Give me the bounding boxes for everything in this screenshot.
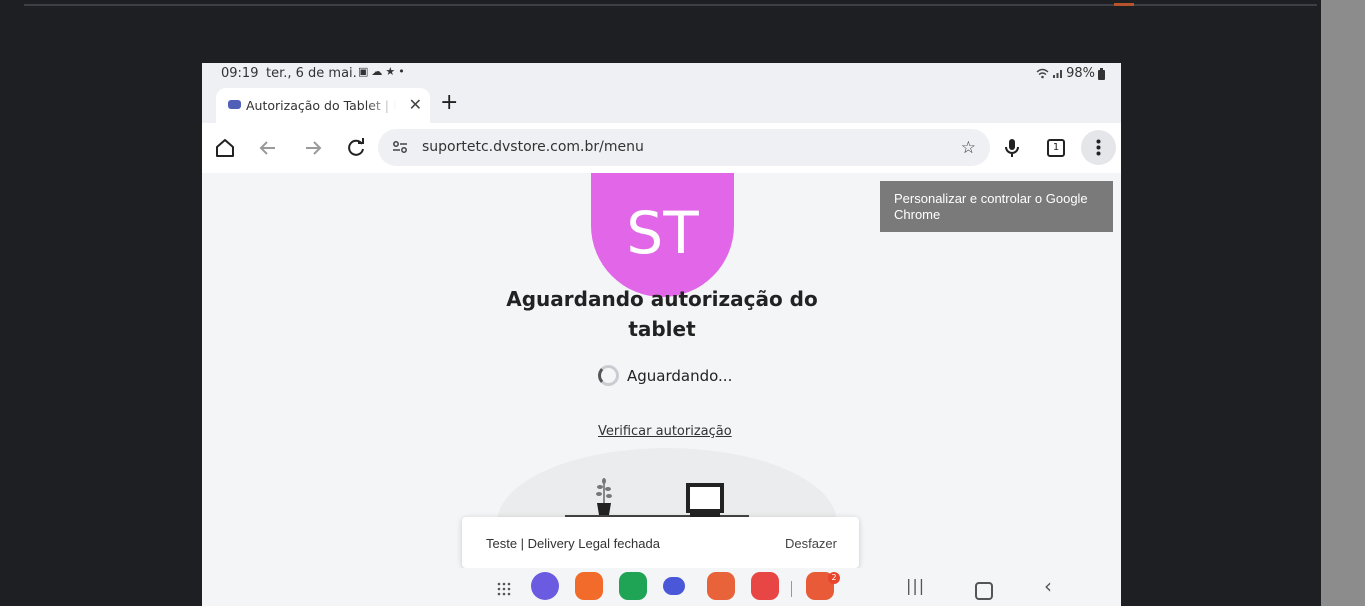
- bookmark-star-icon[interactable]: ☆: [961, 138, 976, 158]
- internet-app-icon[interactable]: [531, 572, 559, 600]
- wifi-icon: [1036, 68, 1049, 79]
- notification-badge: 2: [828, 572, 840, 584]
- browser-tab[interactable]: Autorização do Tablet | Deli ✕: [216, 88, 430, 123]
- menu-tooltip: Personalizar e controlar o Google Chrome: [880, 181, 1113, 232]
- new-tab-button[interactable]: +: [440, 90, 458, 115]
- verify-authorization-link[interactable]: Verificar autorização: [598, 424, 732, 439]
- page-title: Aguardando autorização do tablet: [506, 287, 818, 341]
- status-date: ter., 6 de mai.: [266, 66, 357, 81]
- monitor-icon: [686, 483, 724, 513]
- battery-icon: [1098, 67, 1105, 80]
- waiting-status: Aguardando...: [598, 365, 732, 386]
- tab-title: Autorização do Tablet | Deli: [246, 98, 396, 113]
- browser-toolbar: suportetc.dvstore.com.br/menu ☆ 1: [202, 123, 1121, 173]
- tab-switcher-button[interactable]: 1: [1047, 139, 1065, 157]
- back-arrow-icon[interactable]: [255, 135, 281, 161]
- avatar-initials: ST: [626, 199, 699, 267]
- site-settings-icon[interactable]: [392, 140, 408, 154]
- status-time: 09:19: [221, 66, 259, 81]
- tab-strip: Autorização do Tablet | Deli ✕ +: [202, 85, 1121, 123]
- tab-favicon-icon: [228, 100, 241, 109]
- phone-app-icon[interactable]: [619, 572, 647, 600]
- battery-percent: 98%: [1066, 66, 1095, 81]
- snackbar: Teste | Delivery Legal fechada Desfazer: [462, 517, 859, 568]
- plant-icon: [596, 478, 612, 515]
- window-accent: [1114, 3, 1134, 6]
- status-bar: 09:19 ter., 6 de mai. ▣☁★• 98%: [202, 63, 1121, 85]
- avatar: ST: [591, 173, 734, 297]
- undo-button[interactable]: Desfazer: [785, 536, 837, 551]
- snackbar-message: Teste | Delivery Legal fechada: [486, 536, 660, 551]
- contacts-app-icon[interactable]: [707, 572, 735, 600]
- app-drawer-icon[interactable]: [497, 582, 511, 596]
- side-panel: [1321, 0, 1365, 606]
- microphone-icon[interactable]: [999, 135, 1025, 161]
- home-icon[interactable]: [212, 135, 238, 161]
- tablet-screen: 09:19 ter., 6 de mai. ▣☁★• 98% Autorizaç…: [202, 63, 1121, 606]
- more-vert-icon: [1096, 139, 1101, 156]
- close-icon[interactable]: ✕: [409, 95, 422, 114]
- notification-icons: ▣☁★•: [358, 65, 408, 78]
- url-text[interactable]: suportetc.dvstore.com.br/menu: [422, 139, 644, 155]
- chrome-menu-button[interactable]: [1081, 130, 1116, 165]
- dock-separator: [791, 581, 792, 597]
- reload-icon[interactable]: [343, 135, 369, 161]
- tab-count: 1: [1052, 142, 1060, 153]
- signal-icon: [1053, 70, 1063, 78]
- screen-recorder-app-icon[interactable]: [751, 572, 779, 600]
- waiting-text: Aguardando...: [627, 366, 733, 385]
- gallery-app-icon[interactable]: [575, 572, 603, 600]
- back-icon[interactable]: ‹: [1044, 574, 1052, 598]
- navigation-bar: 2 ||| ‹: [202, 568, 1121, 606]
- address-bar[interactable]: suportetc.dvstore.com.br/menu ☆: [378, 129, 990, 166]
- forward-arrow-icon[interactable]: [300, 135, 326, 161]
- home-button-icon[interactable]: [975, 582, 993, 600]
- status-right: 98%: [1036, 66, 1105, 81]
- recents-icon[interactable]: |||: [906, 576, 925, 595]
- messages-app-icon[interactable]: [663, 577, 685, 595]
- spinner-icon: [598, 365, 619, 386]
